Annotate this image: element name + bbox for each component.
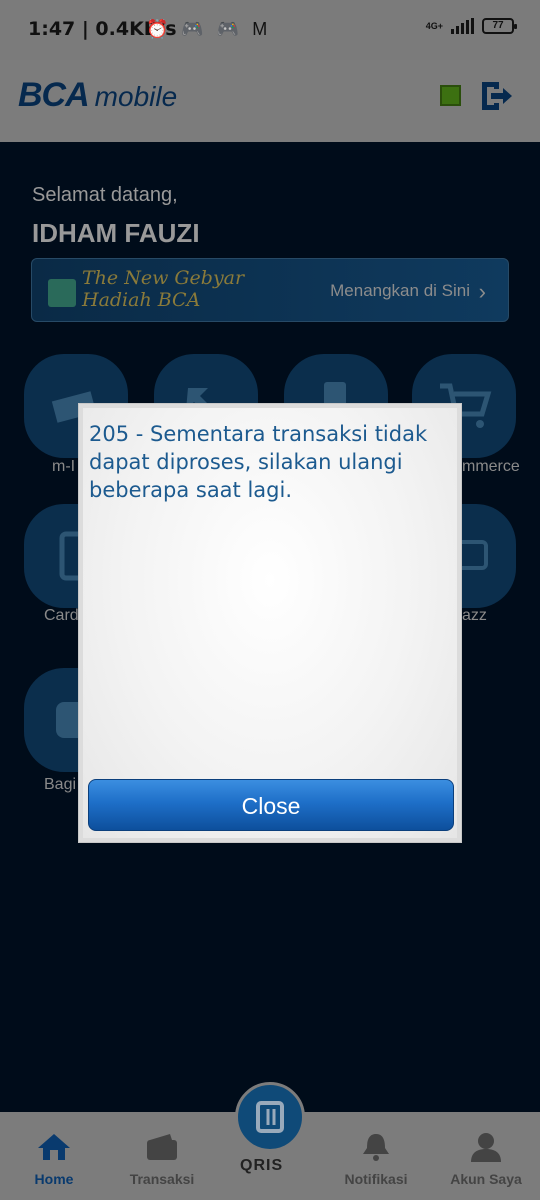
home-icon	[38, 1134, 70, 1160]
promo-banner[interactable]: The New Gebyar Hadiah BCA Menangkan di S…	[31, 258, 509, 322]
nav-notifikasi[interactable]: Notifikasi	[326, 1132, 426, 1187]
battery-icon: 77	[482, 18, 517, 34]
status-right: 4G+ 77	[425, 18, 517, 34]
bca-logo: BCA mobile	[18, 76, 177, 115]
menu-label-commerce: mmerce	[462, 458, 520, 475]
welcome-text: Selamat datang,	[32, 184, 178, 206]
menu-label-m-info: m-I	[52, 458, 76, 475]
menu-label-flazz: azz	[462, 607, 487, 624]
nav-akun-saya-label: Akun Saya	[450, 1171, 522, 1187]
dialog-body: 205 - Sementara transaksi tidak dapat di…	[83, 408, 457, 838]
status-bar: 1:47 | 0.4KB/s ⏰ 🎮 🎮 M 4G+ 77	[0, 0, 540, 60]
qris-label: QRIS	[240, 1157, 284, 1174]
promo-line1: The New Gebyar	[82, 267, 245, 289]
dialog-message: 205 - Sementara transaksi tidak dapat di…	[89, 422, 428, 502]
signal-icon	[451, 18, 474, 34]
chevron-right-icon: ›	[478, 279, 486, 304]
close-button[interactable]: Close	[88, 779, 454, 831]
qris-icon	[256, 1101, 284, 1133]
nav-akun-saya[interactable]: Akun Saya	[436, 1132, 536, 1187]
network-type: 4G+	[425, 20, 443, 31]
nav-home-label: Home	[34, 1171, 74, 1187]
menu-label-bagi-bagi: Bagi	[44, 776, 77, 793]
notification-icons: ⏰ 🎮 🎮 M	[146, 19, 272, 39]
promo-cta: Menangkan di Sini	[330, 281, 470, 300]
wallet-icon	[147, 1134, 177, 1160]
user-icon	[471, 1133, 501, 1162]
qris-button[interactable]	[235, 1082, 305, 1152]
error-dialog: 205 - Sementara transaksi tidak dapat di…	[78, 403, 462, 843]
logo-primary: BCA	[18, 76, 90, 114]
battery-level: 77	[492, 20, 504, 31]
nav-transaksi-label: Transaksi	[129, 1171, 195, 1187]
bell-icon	[363, 1134, 389, 1161]
logo-secondary: mobile	[94, 81, 178, 112]
promo-title: The New Gebyar Hadiah BCA	[82, 267, 244, 311]
menu-label-cardless: Card	[44, 607, 79, 624]
nav-notifikasi-label: Notifikasi	[344, 1171, 408, 1187]
user-name: IDHAM FAUZI	[32, 218, 200, 248]
logout-icon[interactable]	[479, 80, 513, 112]
promo-line2: Hadiah BCA	[82, 289, 201, 311]
app-header: BCA mobile	[0, 60, 540, 142]
gift-icon	[48, 279, 76, 307]
nav-transaksi[interactable]: Transaksi	[112, 1132, 212, 1187]
connection-status-icon	[440, 85, 461, 106]
nav-home[interactable]: Home	[4, 1132, 104, 1187]
